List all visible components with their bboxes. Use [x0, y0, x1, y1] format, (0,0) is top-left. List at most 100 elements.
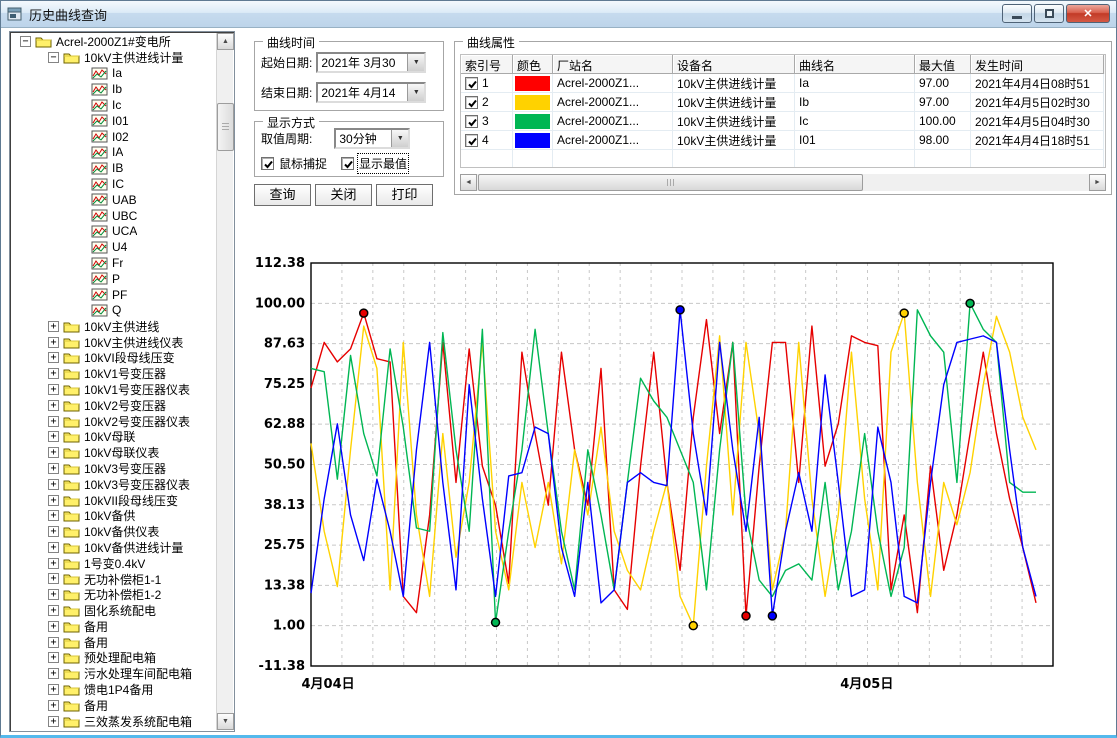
expand-icon[interactable]: +	[48, 416, 59, 427]
tree-item[interactable]: I02	[12, 129, 215, 145]
row-checkbox[interactable]	[465, 96, 478, 109]
expand-icon[interactable]: +	[48, 368, 59, 379]
column-header[interactable]: 厂站名	[553, 55, 673, 74]
expand-icon[interactable]: +	[48, 652, 59, 663]
tree-item[interactable]: +备用	[12, 618, 215, 634]
tree-item[interactable]: PF	[12, 287, 215, 303]
scroll-down-icon[interactable]: ▼	[217, 713, 234, 730]
tree-item[interactable]: +10kV3号变压器	[12, 461, 215, 477]
close-button[interactable]: ✕	[1066, 4, 1110, 23]
column-header[interactable]: 发生时间	[971, 55, 1104, 74]
scroll-right-icon[interactable]: ►	[1089, 174, 1106, 191]
tree-item[interactable]: +馈电1P4备用	[12, 682, 215, 698]
restore-button[interactable]	[1034, 4, 1064, 23]
expand-icon[interactable]: +	[48, 400, 59, 411]
tree-item[interactable]: +备用	[12, 634, 215, 650]
tree-item[interactable]: Fr	[12, 255, 215, 271]
expand-icon[interactable]: +	[48, 510, 59, 521]
expand-icon[interactable]: +	[48, 431, 59, 442]
mouse-capture-checkbox[interactable]	[261, 157, 274, 170]
tree-item[interactable]: +备用	[12, 697, 215, 713]
tree-item[interactable]: +10kV3号变压器仪表	[12, 476, 215, 492]
tree-item[interactable]: IA	[12, 145, 215, 161]
expand-icon[interactable]: +	[48, 716, 59, 727]
tree-item[interactable]: +10kV主供进线	[12, 318, 215, 334]
scroll-up-icon[interactable]: ▲	[217, 33, 234, 50]
period-combobox[interactable]: 30分钟 ▼	[334, 128, 410, 149]
tree-item[interactable]: UCA	[12, 224, 215, 240]
table-row[interactable]: 4Acrel-2000Z1...10kV主供进线计量I0198.002021年4…	[461, 131, 1105, 150]
tree-item[interactable]: +10kV备供进线计量	[12, 540, 215, 556]
column-header[interactable]: 设备名	[673, 55, 795, 74]
expand-icon[interactable]: +	[48, 526, 59, 537]
tree-item[interactable]: Ib	[12, 81, 215, 97]
row-checkbox[interactable]	[465, 77, 478, 90]
tree-item[interactable]: +10kV2号变压器	[12, 397, 215, 413]
tree-item[interactable]: +10kVI段母线压变	[12, 350, 215, 366]
expand-icon[interactable]: +	[48, 589, 59, 600]
expand-icon[interactable]: +	[48, 337, 59, 348]
expand-icon[interactable]: +	[48, 700, 59, 711]
table-horizontal-scrollbar[interactable]: ◄ ►	[460, 174, 1106, 191]
print-button[interactable]: 打印	[376, 184, 433, 206]
tree-item[interactable]: P	[12, 271, 215, 287]
column-header[interactable]: 最大值	[915, 55, 971, 74]
tree-item[interactable]: Ia	[12, 66, 215, 82]
table-row[interactable]: 2Acrel-2000Z1...10kV主供进线计量Ib97.002021年4月…	[461, 93, 1105, 112]
expand-icon[interactable]: +	[48, 573, 59, 584]
tree-item[interactable]: +10kV母联	[12, 429, 215, 445]
expand-icon[interactable]: +	[48, 384, 59, 395]
tree-item[interactable]: I01	[12, 113, 215, 129]
end-date-combobox[interactable]: 2021年 4月14 ▼	[316, 82, 426, 103]
tree-item[interactable]: +10kVII段母线压变	[12, 492, 215, 508]
tree-item[interactable]: +10kV1号变压器仪表	[12, 382, 215, 398]
tree-vertical-scrollbar[interactable]: ▲ ▼	[216, 33, 233, 730]
collapse-icon[interactable]: −	[20, 36, 31, 47]
expand-icon[interactable]: +	[48, 668, 59, 679]
table-row[interactable]: 3Acrel-2000Z1...10kV主供进线计量Ic100.002021年4…	[461, 112, 1105, 131]
expand-icon[interactable]: +	[48, 447, 59, 458]
start-date-combobox[interactable]: 2021年 3月30 ▼	[316, 52, 426, 73]
tree-item[interactable]: −10kV主供进线计量	[12, 50, 215, 66]
tree-item[interactable]: +固化系统配电	[12, 603, 215, 619]
tree-scroll-thumb[interactable]	[217, 103, 234, 151]
row-checkbox[interactable]	[465, 134, 478, 147]
column-header[interactable]: 曲线名	[795, 55, 915, 74]
expand-icon[interactable]: +	[48, 558, 59, 569]
tree-item[interactable]: +10kV母联仪表	[12, 445, 215, 461]
tree-item[interactable]: UAB	[12, 192, 215, 208]
expand-icon[interactable]: +	[48, 605, 59, 616]
tree-item[interactable]: U4	[12, 239, 215, 255]
minimize-button[interactable]	[1002, 4, 1032, 23]
tree-item[interactable]: +无功补偿柜1-1	[12, 571, 215, 587]
tree-item[interactable]: +10kV备供仪表	[12, 524, 215, 540]
tree-item[interactable]: IC	[12, 176, 215, 192]
history-curve-chart[interactable]: 112.38100.0087.6375.2562.8850.5038.1325.…	[241, 213, 1117, 738]
show-extremes-checkbox[interactable]	[341, 157, 354, 170]
expand-icon[interactable]: +	[48, 479, 59, 490]
row-checkbox[interactable]	[465, 115, 478, 128]
tree-item[interactable]: +10kV2号变压器仪表	[12, 413, 215, 429]
expand-icon[interactable]: +	[48, 621, 59, 632]
tree-item[interactable]: +10kV备供	[12, 508, 215, 524]
tree-item[interactable]: UBC	[12, 208, 215, 224]
tree-item[interactable]: IB	[12, 160, 215, 176]
tree-item[interactable]: −Acrel-2000Z1#变电所	[12, 34, 215, 50]
close-dialog-button[interactable]: 关闭	[315, 184, 372, 206]
tree-item[interactable]: Ic	[12, 97, 215, 113]
expand-icon[interactable]: +	[48, 684, 59, 695]
query-button[interactable]: 查询	[254, 184, 311, 206]
expand-icon[interactable]: +	[48, 637, 59, 648]
scroll-left-icon[interactable]: ◄	[460, 174, 477, 191]
expand-icon[interactable]: +	[48, 463, 59, 474]
chevron-down-icon[interactable]: ▼	[407, 54, 424, 71]
tree-item[interactable]: +1号变0.4kV	[12, 555, 215, 571]
expand-icon[interactable]: +	[48, 352, 59, 363]
tree-item[interactable]: +污水处理车间配电箱	[12, 666, 215, 682]
expand-icon[interactable]: +	[48, 542, 59, 553]
expand-icon[interactable]: +	[48, 495, 59, 506]
tree-item[interactable]: Q	[12, 303, 215, 319]
chevron-down-icon[interactable]: ▼	[407, 84, 424, 101]
tree-item[interactable]: +预处理配电箱	[12, 650, 215, 666]
tree-item[interactable]: +三效蒸发系统配电箱	[12, 713, 215, 729]
